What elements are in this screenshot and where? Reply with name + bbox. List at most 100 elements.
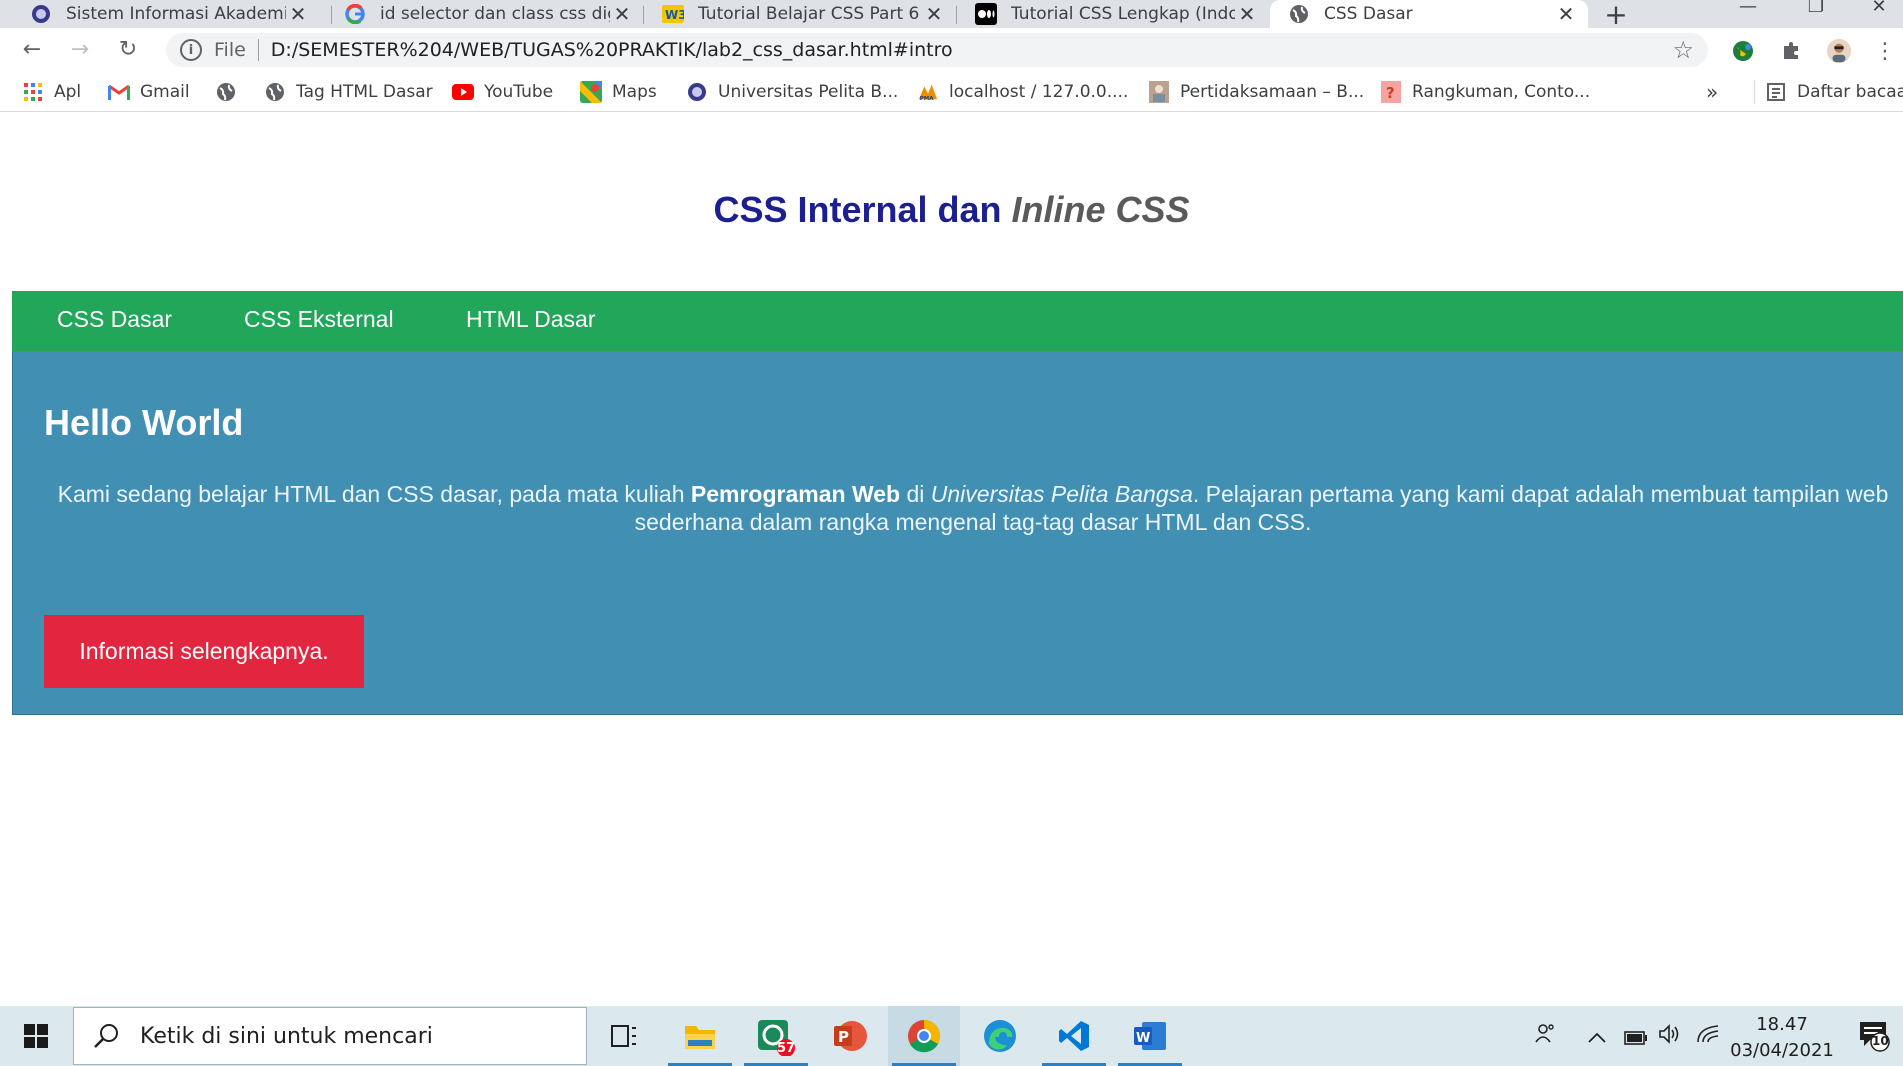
bookmark-youtube[interactable]: YouTube bbox=[452, 80, 553, 104]
whatsapp-icon[interactable]: 57 bbox=[740, 1006, 812, 1066]
globe-icon bbox=[215, 81, 237, 103]
nav-link-css-eksternal[interactable]: CSS Eksternal bbox=[244, 306, 394, 333]
bookmark-localhost[interactable]: PMA localhost / 127.0.0.... bbox=[917, 80, 1128, 104]
hero-text-bold: Pemrograman Web bbox=[690, 481, 901, 507]
vscode-icon[interactable] bbox=[1038, 1006, 1110, 1066]
url-text[interactable]: D:/SEMESTER%204/WEB/TUGAS%20PRAKTIK/lab2… bbox=[271, 39, 953, 61]
windows-taskbar: Ketik di sini untuk mencari 57 P W 18.47 bbox=[0, 1006, 1903, 1066]
svg-text:PMA: PMA bbox=[920, 96, 935, 102]
taskbar-search-placeholder: Ketik di sini untuk mencari bbox=[140, 1023, 433, 1049]
page-viewport: CSS Internal dan Inline CSS CSS Dasar CS… bbox=[0, 113, 1903, 1006]
forward-icon[interactable]: → bbox=[66, 36, 94, 64]
bookmark-label: Gmail bbox=[140, 82, 190, 102]
notification-count: 10 bbox=[1872, 1034, 1889, 1048]
search-icon bbox=[94, 1024, 118, 1048]
bookmark-label: Maps bbox=[612, 82, 657, 102]
svg-text:W: W bbox=[1136, 1031, 1150, 1046]
taskbar-clock[interactable]: 18.47 03/04/2021 bbox=[1722, 1012, 1842, 1064]
tab-sistem-informasi[interactable]: Sistem Informasi Akademik ✕ bbox=[0, 0, 320, 28]
url-scheme: File bbox=[214, 39, 246, 61]
menu-kebab-icon[interactable]: ⋮ bbox=[1872, 38, 1898, 64]
hero-paragraph: Kami sedang belajar HTML dan CSS dasar, … bbox=[27, 480, 1903, 536]
taskbar-search-box[interactable]: Ketik di sini untuk mencari bbox=[73, 1007, 587, 1065]
tab-id-selector[interactable]: id selector dan class css dig ✕ bbox=[332, 0, 644, 28]
intro-section: Hello World Kami sedang belajar HTML dan… bbox=[12, 351, 1903, 715]
bookmarks-bar: Apl Gmail Tag HTML Dasar YouTube Maps Un… bbox=[0, 72, 1903, 112]
wifi-icon[interactable] bbox=[1696, 1024, 1720, 1050]
bookmark-star-icon[interactable]: ☆ bbox=[1672, 36, 1694, 64]
bookmark-apl[interactable]: Apl bbox=[22, 80, 81, 104]
phpmyadmin-icon: PMA bbox=[917, 81, 939, 103]
bookmark-universitas[interactable]: Universitas Pelita B... bbox=[686, 80, 898, 104]
svg-text:P: P bbox=[838, 1028, 849, 1046]
notification-center-icon[interactable]: 10 bbox=[1858, 1020, 1892, 1058]
close-icon[interactable]: ✕ bbox=[610, 2, 634, 26]
hero-heading: Hello World bbox=[44, 402, 244, 443]
nav-link-css-dasar[interactable]: CSS Dasar bbox=[57, 306, 172, 333]
profile-avatar[interactable] bbox=[1826, 38, 1852, 64]
close-icon[interactable]: ✕ bbox=[286, 2, 310, 26]
tab-strip: Sistem Informasi Akademik ✕ id selector … bbox=[0, 0, 1903, 31]
new-tab-button[interactable]: + bbox=[1600, 0, 1632, 31]
close-icon[interactable]: ✕ bbox=[1235, 2, 1259, 26]
reload-icon[interactable]: ↻ bbox=[114, 36, 142, 64]
restore-icon[interactable]: ❐ bbox=[1786, 0, 1846, 24]
tab-tutorial-css-part6[interactable]: W3 Tutorial Belajar CSS Part 6 - ✕ bbox=[644, 0, 956, 28]
bookmark-globe[interactable] bbox=[215, 80, 247, 104]
bookmark-maps[interactable]: Maps bbox=[580, 80, 657, 104]
file-explorer-icon[interactable] bbox=[664, 1006, 736, 1066]
people-icon[interactable] bbox=[1534, 1022, 1556, 1050]
volume-icon[interactable] bbox=[1658, 1024, 1682, 1050]
battery-icon[interactable] bbox=[1624, 1026, 1648, 1051]
svg-text:?: ? bbox=[1386, 84, 1395, 102]
address-bar[interactable]: i File D:/SEMESTER%204/WEB/TUGAS%20PRAKT… bbox=[166, 33, 1708, 67]
tab-tutorial-css-lengkap[interactable]: Tutorial CSS Lengkap (Indo ✕ bbox=[957, 0, 1269, 28]
powerpoint-icon[interactable]: P bbox=[814, 1006, 886, 1066]
close-window-icon[interactable]: ✕ bbox=[1854, 0, 1903, 24]
more-info-button[interactable]: Informasi selengkapnya. bbox=[44, 615, 364, 688]
bookmarks-overflow-chevron-icon[interactable]: » bbox=[1706, 80, 1718, 104]
bookmark-label: Tag HTML Dasar bbox=[296, 82, 433, 102]
bookmark-label: Apl bbox=[54, 82, 82, 102]
back-icon[interactable]: ← bbox=[18, 36, 46, 64]
hero-text-italic: Universitas Pelita Bangsa bbox=[930, 481, 1193, 507]
tab-css-dasar[interactable]: CSS Dasar ✕ bbox=[1270, 0, 1588, 28]
minimize-icon[interactable]: — bbox=[1718, 0, 1778, 24]
hero-text-2: di bbox=[900, 481, 931, 507]
bookmark-rangkuman[interactable]: ? Rangkuman, Conto... bbox=[1380, 80, 1590, 104]
bookmark-tag-html-dasar[interactable]: Tag HTML Dasar bbox=[264, 80, 433, 104]
edge-icon[interactable] bbox=[964, 1006, 1036, 1066]
chevron-up-icon[interactable] bbox=[1588, 1024, 1606, 1049]
youtube-icon bbox=[452, 81, 474, 103]
extension-globe-icon[interactable] bbox=[1730, 38, 1756, 64]
reading-list-icon bbox=[1765, 81, 1787, 103]
thumbnail-icon bbox=[1148, 81, 1170, 103]
page-title-bold: CSS Internal dan bbox=[713, 189, 1012, 230]
svg-text:W3: W3 bbox=[665, 8, 684, 22]
bookmark-label: localhost / 127.0.0.... bbox=[949, 82, 1129, 102]
chrome-icon[interactable] bbox=[888, 1006, 960, 1066]
reading-list[interactable]: Daftar bacaan bbox=[1754, 80, 1903, 104]
address-divider bbox=[257, 39, 259, 61]
bookmark-label: YouTube bbox=[484, 82, 554, 102]
task-view-icon[interactable] bbox=[588, 1006, 660, 1066]
close-icon[interactable]: ✕ bbox=[922, 2, 946, 26]
page-title: CSS Internal dan Inline CSS bbox=[0, 189, 1903, 231]
question-icon: ? bbox=[1380, 81, 1402, 103]
browser-toolbar: ← → ↻ i File D:/SEMESTER%204/WEB/TUGAS%2… bbox=[0, 28, 1903, 72]
bookmark-label: Rangkuman, Conto... bbox=[1412, 82, 1591, 102]
tab-title: Sistem Informasi Akademik bbox=[66, 4, 286, 24]
close-icon[interactable]: ✕ bbox=[1554, 2, 1578, 26]
hero-text-1: Kami sedang belajar HTML dan CSS dasar, … bbox=[57, 481, 691, 507]
bookmark-gmail[interactable]: Gmail bbox=[108, 80, 190, 104]
windows-start-icon[interactable] bbox=[0, 1006, 72, 1066]
gmail-icon bbox=[108, 81, 130, 103]
word-icon[interactable]: W bbox=[1114, 1006, 1186, 1066]
nav-link-html-dasar[interactable]: HTML Dasar bbox=[466, 306, 596, 333]
info-icon[interactable]: i bbox=[180, 39, 202, 61]
tab-title: CSS Dasar bbox=[1324, 4, 1413, 24]
maps-icon bbox=[580, 81, 602, 103]
extensions-puzzle-icon[interactable] bbox=[1778, 38, 1804, 64]
medium-icon bbox=[975, 3, 997, 25]
bookmark-pertidaksamaan[interactable]: Pertidaksamaan – B... bbox=[1148, 80, 1364, 104]
